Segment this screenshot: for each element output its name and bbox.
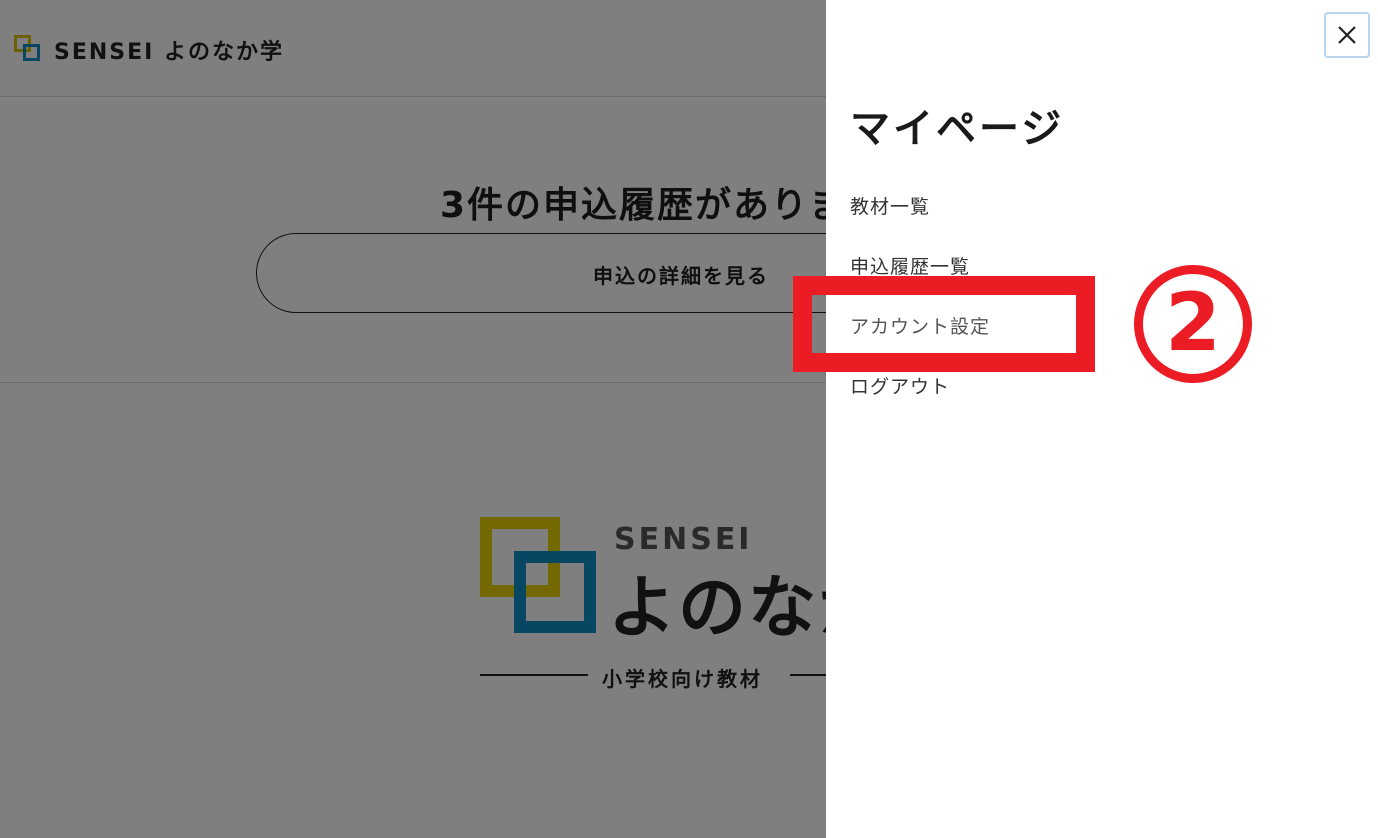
drawer-title: マイページ — [850, 106, 1065, 152]
menu-item-logout[interactable]: ログアウト — [850, 372, 950, 399]
step-number-marker: 2 — [1134, 265, 1252, 383]
page: SENSEI よのなか学 3件の申込履歴があります 申込の詳細を見る SENSE… — [0, 0, 1378, 838]
menu-item-materials[interactable]: 教材一覧 — [850, 192, 930, 219]
mypage-drawer: マイページ 教材一覧 申込履歴一覧 アカウント設定 ログアウト — [826, 0, 1378, 838]
menu-item-application-history[interactable]: 申込履歴一覧 — [850, 252, 970, 279]
close-button[interactable] — [1324, 12, 1370, 58]
close-icon — [1338, 26, 1356, 44]
menu-item-account-settings[interactable]: アカウント設定 — [850, 312, 990, 339]
